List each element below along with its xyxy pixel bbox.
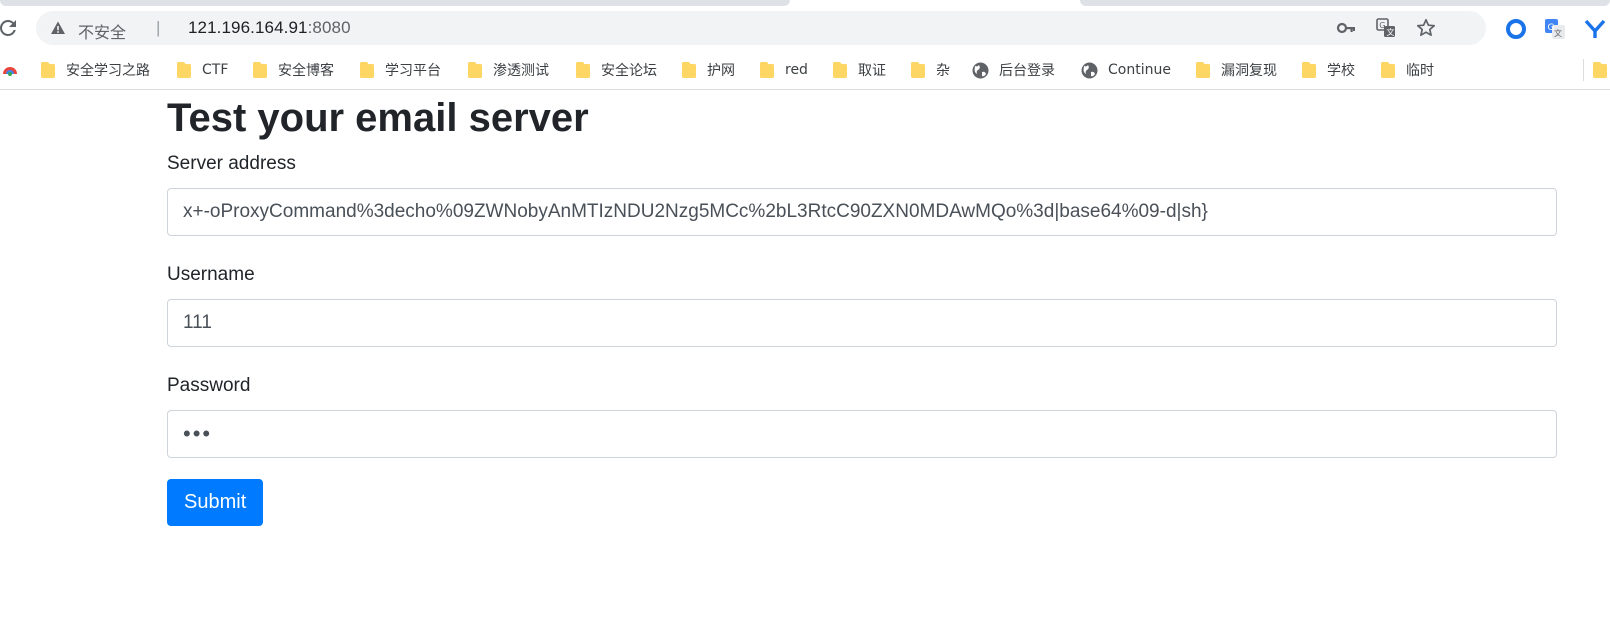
folder-icon: [832, 61, 848, 79]
svg-text:文: 文: [1554, 28, 1562, 38]
bookmark-label: 杂: [936, 63, 950, 79]
bookmarks-divider: [1583, 59, 1584, 81]
bookmark-label: 安全学习之路: [66, 63, 150, 79]
username-label: Username: [167, 264, 255, 285]
reload-icon[interactable]: [0, 16, 20, 40]
password-label: Password: [167, 375, 251, 396]
bookmark-item[interactable]: 杂: [910, 50, 950, 90]
submit-button[interactable]: Submit: [167, 479, 264, 526]
omnibox-separator: |: [156, 18, 161, 37]
bookmark-item[interactable]: 渗透测试: [467, 50, 549, 90]
password-input[interactable]: [167, 410, 1557, 458]
bookmark-item[interactable]: 临时: [1380, 50, 1434, 90]
bookmark-label: 渗透测试: [493, 63, 549, 79]
folder-icon: [1301, 61, 1317, 79]
browser-toolbar: 不安全 | 121.196.164.91:8080 G文 G文: [0, 6, 1610, 50]
folder-icon: [40, 61, 56, 79]
server-address-input[interactable]: [167, 188, 1557, 236]
other-bookmarks-folder[interactable]: [1592, 50, 1610, 90]
bookmark-label: 学习平台: [385, 63, 441, 79]
bookmark-label: 临时: [1406, 63, 1434, 79]
translate-icon[interactable]: G文: [1376, 18, 1396, 38]
bookmark-apps[interactable]: [2, 50, 18, 90]
folder-icon: [910, 61, 926, 79]
bookmark-item[interactable]: 护网: [681, 50, 735, 90]
folder-icon: [1592, 61, 1608, 79]
url-port: :8080: [307, 18, 351, 37]
folder-icon: [359, 61, 375, 79]
bookmark-item[interactable]: 后台登录: [972, 50, 1055, 90]
folder-icon: [681, 61, 697, 79]
security-label[interactable]: 不安全: [78, 19, 126, 43]
bookmark-label: CTF: [202, 62, 229, 78]
bookmark-label: 漏洞复现: [1221, 63, 1277, 79]
folder-icon: [252, 61, 268, 79]
bookmark-label: 后台登录: [999, 63, 1055, 79]
bookmark-item[interactable]: 安全论坛: [575, 50, 657, 90]
bookmark-label: Continue: [1108, 62, 1171, 78]
bookmark-label: 护网: [707, 63, 735, 79]
bookmark-label: red: [785, 62, 808, 78]
bookmark-item[interactable]: 安全学习之路: [40, 50, 150, 90]
username-group: Username: [167, 263, 1557, 347]
bookmark-label: 学校: [1327, 63, 1355, 79]
globe-icon: [1081, 62, 1098, 79]
address-bar[interactable]: 不安全 | 121.196.164.91:8080 G文: [36, 11, 1486, 45]
bookmark-label: 安全论坛: [601, 63, 657, 79]
bookmark-label: 取证: [858, 63, 886, 79]
bookmark-item[interactable]: red: [759, 50, 808, 90]
url-host: 121.196.164.91: [188, 18, 308, 37]
folder-icon: [759, 61, 775, 79]
folder-icon: [1195, 61, 1211, 79]
page-title: Test your email server: [167, 96, 589, 140]
bookmark-item[interactable]: CTF: [176, 50, 228, 90]
folder-icon: [575, 61, 591, 79]
server-address-group: Server address: [167, 152, 1557, 236]
svg-text:G: G: [1379, 21, 1385, 30]
username-input[interactable]: [167, 299, 1557, 347]
folder-icon: [176, 61, 192, 79]
warning-icon[interactable]: [50, 20, 66, 36]
globe-icon: [972, 62, 989, 79]
bookmark-item[interactable]: 学校: [1301, 50, 1355, 90]
bookmark-item[interactable]: 学习平台: [359, 50, 441, 90]
bookmark-item[interactable]: 漏洞复现: [1195, 50, 1277, 90]
folder-icon: [1380, 61, 1396, 79]
extension-y-icon[interactable]: [1584, 18, 1606, 40]
password-group: Password: [167, 374, 1557, 458]
key-icon[interactable]: [1336, 18, 1356, 38]
bookmark-label: 安全博客: [278, 63, 334, 79]
bookmark-item[interactable]: 取证: [832, 50, 886, 90]
bookmark-item[interactable]: Continue: [1081, 50, 1171, 90]
bookmark-star-icon[interactable]: [1416, 18, 1436, 38]
url-text[interactable]: 121.196.164.91:8080: [188, 18, 351, 38]
page-container: Test your email server Server address Us…: [167, 96, 1557, 526]
server-address-label: Server address: [167, 153, 296, 174]
bookmarks-bar: 安全学习之路 CTF 安全博客 学习平台 渗透测试 安全论坛 护网 red 取证…: [0, 50, 1610, 90]
svg-text:文: 文: [1387, 27, 1395, 37]
google-translate-icon[interactable]: G文: [1544, 18, 1566, 40]
bookmark-item[interactable]: 安全博客: [252, 50, 334, 90]
apps-icon: [2, 60, 18, 80]
extension-ring-icon[interactable]: [1505, 18, 1527, 40]
folder-icon: [467, 61, 483, 79]
